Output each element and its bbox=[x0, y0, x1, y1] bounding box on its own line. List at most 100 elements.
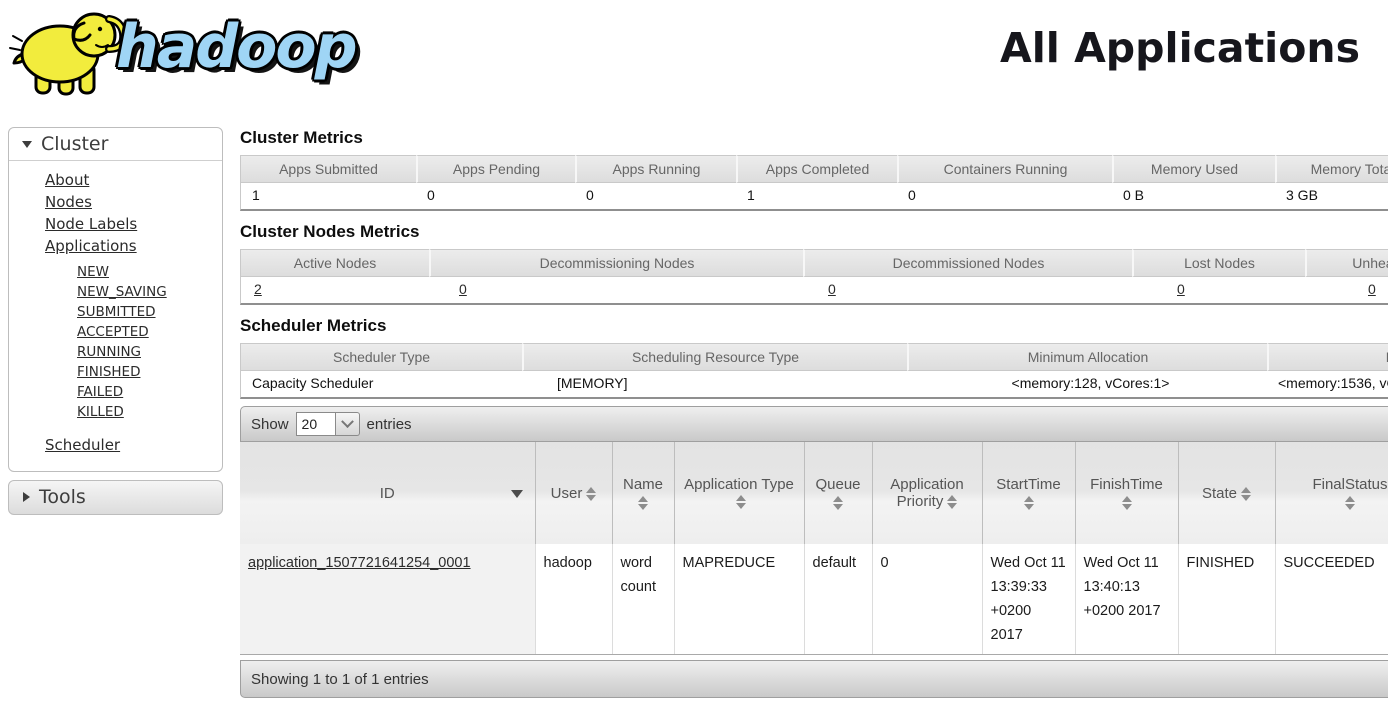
application-states-list: NEW NEW_SAVING SUBMITTED ACCEPTED RUNNIN… bbox=[45, 263, 222, 422]
column-header-application-type[interactable]: Application Type bbox=[674, 442, 804, 544]
col-maximum-allocation: Maximum Allocation bbox=[1267, 343, 1388, 371]
application-queue: default bbox=[804, 544, 872, 655]
minimum-allocation-value: <memory:128, vCores:1> bbox=[907, 371, 1267, 399]
sidebar-item-state-accepted[interactable]: ACCEPTED bbox=[77, 324, 149, 340]
column-label-state: State bbox=[1202, 485, 1237, 502]
sidebar-item-about[interactable]: About bbox=[45, 171, 89, 189]
column-label-name: Name bbox=[623, 476, 663, 493]
column-header-finishtime[interactable]: FinishTime bbox=[1075, 442, 1178, 544]
col-apps-completed: Apps Completed bbox=[736, 155, 897, 183]
application-row: application_1507721641254_0001 hadoop wo… bbox=[240, 544, 1388, 655]
page-title: All Applications bbox=[1000, 24, 1360, 72]
application-user: hadoop bbox=[535, 544, 612, 655]
sort-icon bbox=[1024, 496, 1034, 510]
application-finalstatus: SUCCEEDED bbox=[1275, 544, 1388, 655]
column-label-queue: Queue bbox=[815, 476, 860, 493]
col-scheduler-type: Scheduler Type bbox=[240, 343, 522, 371]
apps-submitted-value: 1 bbox=[240, 183, 416, 211]
sidebar-item-scheduler[interactable]: Scheduler bbox=[45, 436, 120, 454]
scheduler-metrics-row: Capacity Scheduler [MEMORY] <memory:128,… bbox=[240, 371, 1388, 399]
col-memory-total: Memory Total bbox=[1275, 155, 1388, 183]
column-header-starttime[interactable]: StartTime bbox=[982, 442, 1075, 544]
col-minimum-allocation: Minimum Allocation bbox=[907, 343, 1267, 371]
scheduler-metrics-table: Scheduler Type Scheduling Resource Type … bbox=[240, 343, 1388, 399]
sidebar-item-nodes[interactable]: Nodes bbox=[45, 193, 92, 211]
application-type: MAPREDUCE bbox=[674, 544, 804, 655]
lost-nodes-link[interactable]: 0 bbox=[1177, 281, 1185, 297]
col-memory-used: Memory Used bbox=[1112, 155, 1275, 183]
column-header-state[interactable]: State bbox=[1178, 442, 1275, 544]
page-size-select[interactable]: 20 bbox=[296, 412, 360, 436]
table-info-toolbar: Showing 1 to 1 of 1 entries bbox=[240, 660, 1388, 698]
cluster-metrics-row: 1 0 0 1 0 0 B 3 GB bbox=[240, 183, 1388, 211]
sort-icon bbox=[586, 487, 596, 501]
column-header-queue[interactable]: Queue bbox=[804, 442, 872, 544]
col-apps-running: Apps Running bbox=[575, 155, 736, 183]
tools-nav-label: Tools bbox=[39, 486, 86, 508]
application-finishtime: Wed Oct 11 13:40:13 +0200 2017 bbox=[1075, 544, 1178, 655]
sort-icon bbox=[1241, 487, 1251, 501]
column-header-finalstatus[interactable]: FinalStatus bbox=[1275, 442, 1388, 544]
hadoop-logo[interactable]: hadoop bbox=[6, 4, 356, 98]
sidebar-item-state-submitted[interactable]: SUBMITTED bbox=[77, 304, 156, 320]
cluster-metrics-heading: Cluster Metrics bbox=[240, 128, 1388, 148]
sidebar-item-applications[interactable]: Applications bbox=[45, 237, 137, 255]
sidebar: Cluster About Nodes Node Labels Applicat… bbox=[0, 122, 240, 515]
collapse-closed-icon bbox=[23, 492, 30, 502]
cluster-nodes-metrics-table: Active Nodes Decommissioning Nodes Decom… bbox=[240, 249, 1388, 305]
cluster-nodes-metrics-heading: Cluster Nodes Metrics bbox=[240, 222, 1388, 242]
entries-label: entries bbox=[367, 416, 412, 433]
sort-icon bbox=[1122, 496, 1132, 510]
sort-icon bbox=[638, 496, 648, 510]
collapse-open-icon bbox=[22, 141, 32, 148]
cluster-nav-label: Cluster bbox=[41, 133, 108, 155]
application-id-link[interactable]: application_1507721641254_0001 bbox=[248, 555, 471, 571]
sidebar-item-state-new-saving[interactable]: NEW_SAVING bbox=[77, 284, 167, 300]
table-info-text: Showing 1 to 1 of 1 entries bbox=[251, 671, 429, 688]
column-header-id[interactable]: ID bbox=[240, 442, 535, 544]
page-size-value: 20 bbox=[296, 412, 336, 436]
column-header-user[interactable]: User bbox=[535, 442, 612, 544]
col-apps-pending: Apps Pending bbox=[416, 155, 575, 183]
applications-table: ID User Name Application Type bbox=[240, 442, 1388, 655]
scheduling-resource-type-value: [MEMORY] bbox=[522, 371, 907, 399]
apps-completed-value: 1 bbox=[736, 183, 897, 211]
maximum-allocation-value: <memory:1536, vCores:4> bbox=[1267, 371, 1388, 399]
sidebar-item-state-running[interactable]: RUNNING bbox=[77, 344, 141, 360]
sidebar-item-state-finished[interactable]: FINISHED bbox=[77, 364, 140, 380]
main-panel: Cluster Metrics Apps Submitted Apps Pend… bbox=[240, 122, 1388, 698]
decommissioned-nodes-link[interactable]: 0 bbox=[828, 281, 836, 297]
yarn-all-applications-page: hadoop All Applications Cluster About No… bbox=[0, 0, 1388, 712]
sort-icon bbox=[736, 495, 746, 509]
containers-running-value: 0 bbox=[897, 183, 1112, 211]
column-label-starttime: StartTime bbox=[996, 476, 1060, 493]
col-apps-submitted: Apps Submitted bbox=[240, 155, 416, 183]
column-label-application-type: Application Type bbox=[684, 476, 794, 493]
cluster-nav-header[interactable]: Cluster bbox=[9, 128, 222, 161]
active-nodes-link[interactable]: 2 bbox=[254, 281, 262, 297]
sidebar-item-state-new[interactable]: NEW bbox=[77, 264, 109, 280]
sort-icon bbox=[833, 496, 843, 510]
content-area: Cluster About Nodes Node Labels Applicat… bbox=[0, 122, 1388, 698]
cluster-nav-links: About Nodes Node Labels Applications NEW… bbox=[9, 170, 222, 456]
column-label-finishtime: FinishTime bbox=[1090, 476, 1163, 493]
sidebar-item-state-failed[interactable]: FAILED bbox=[77, 384, 123, 400]
unhealthy-nodes-link[interactable]: 0 bbox=[1368, 281, 1376, 297]
column-header-name[interactable]: Name bbox=[612, 442, 674, 544]
application-starttime: Wed Oct 11 13:39:33 +0200 2017 bbox=[982, 544, 1075, 655]
sidebar-item-node-labels[interactable]: Node Labels bbox=[45, 215, 137, 233]
sidebar-item-state-killed[interactable]: KILLED bbox=[77, 404, 124, 420]
table-length-toolbar: Show 20 entries bbox=[240, 406, 1388, 442]
column-label-user: User bbox=[551, 485, 583, 502]
cluster-metrics-table: Apps Submitted Apps Pending Apps Running… bbox=[240, 155, 1388, 211]
decommissioning-nodes-link[interactable]: 0 bbox=[459, 281, 467, 297]
applications-table-header-row: ID User Name Application Type bbox=[240, 442, 1388, 544]
tools-nav-header[interactable]: Tools bbox=[8, 480, 223, 515]
memory-used-value: 0 B bbox=[1112, 183, 1275, 211]
sort-icon bbox=[1345, 496, 1355, 510]
column-header-application-priority[interactable]: Application Priority bbox=[872, 442, 982, 544]
select-dropdown-button[interactable] bbox=[336, 412, 360, 436]
column-label-id: ID bbox=[380, 485, 395, 502]
scheduler-type-value: Capacity Scheduler bbox=[240, 371, 522, 399]
hadoop-elephant-icon bbox=[6, 4, 124, 98]
